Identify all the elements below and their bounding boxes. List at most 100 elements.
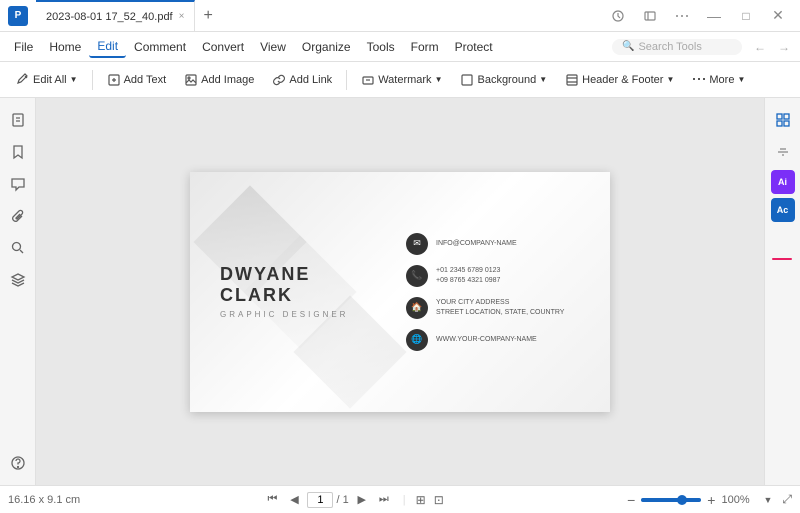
chevron-down-icon: ▼ (70, 75, 78, 84)
add-image-button[interactable]: Add Image (176, 69, 262, 91)
overflow-menu-icon[interactable] (668, 5, 696, 27)
menu-form[interactable]: Form (403, 37, 447, 57)
new-tab-button[interactable]: + (195, 7, 220, 25)
active-tab[interactable]: 2023-08-01 17_52_40.pdf × (36, 0, 195, 31)
toolbar-divider-1 (92, 70, 93, 90)
search-tools-area[interactable]: 🔍 Search Tools (612, 39, 742, 55)
card-website-text: WWW.YOUR-COMPANY-NAME (436, 335, 537, 345)
back-nav-icon[interactable]: ← (750, 37, 770, 57)
address-icon-circle: 🏠 (406, 297, 428, 319)
card-phone-row: 📞 +01 2345 6789 0123 +09 8765 4321 0987 (406, 265, 594, 287)
statusbar-left: 16.16 x 9.1 cm (8, 494, 80, 506)
menu-view[interactable]: View (252, 37, 294, 57)
header-footer-icon (565, 73, 579, 87)
sidebar-attachment-icon[interactable] (4, 202, 32, 230)
search-placeholder: Search Tools (638, 41, 701, 53)
first-page-button[interactable]: ⏮ (263, 491, 281, 509)
watermark-button[interactable]: Watermark ▼ (353, 69, 450, 91)
red-indicator-line (772, 258, 792, 260)
menu-edit[interactable]: Edit (89, 36, 126, 58)
search-icon: 🔍 (622, 41, 634, 52)
page-number-input[interactable] (307, 492, 333, 508)
sidebar-comment-icon[interactable] (4, 170, 32, 198)
last-page-button[interactable]: ⏭ (375, 491, 393, 509)
zoom-thumb[interactable] (677, 495, 687, 505)
background-icon (460, 73, 474, 87)
menu-organize[interactable]: Organize (294, 37, 359, 57)
ai-assistant-2-badge[interactable]: Ac (771, 198, 795, 222)
chevron-down-icon-5: ▼ (737, 75, 745, 84)
page-dimensions: 16.16 x 9.1 cm (8, 494, 80, 506)
card-person-name: DWYANE CLARK (220, 264, 390, 306)
image-icon (184, 73, 198, 87)
card-job-title: GRAPHIC DESIGNER (220, 310, 390, 319)
card-phone-text: +01 2345 6789 0123 +09 8765 4321 0987 (436, 266, 500, 286)
menubar: File Home Edit Comment Convert View Orga… (0, 32, 800, 62)
pdf-page: DWYANE CLARK GRAPHIC DESIGNER ✉ INFO@COM… (190, 172, 610, 412)
text-icon (107, 73, 121, 87)
main-layout: DWYANE CLARK GRAPHIC DESIGNER ✉ INFO@COM… (0, 98, 800, 485)
card-website-row: 🌐 WWW.YOUR-COMPANY-NAME (406, 329, 594, 351)
close-button[interactable]: ✕ (764, 5, 792, 27)
sidebar-pages-icon[interactable] (4, 106, 32, 134)
more-icon (692, 73, 706, 87)
zoom-in-button[interactable]: + (707, 492, 715, 508)
zoom-out-button[interactable]: − (627, 492, 635, 508)
menu-protect[interactable]: Protect (447, 37, 501, 57)
menu-convert[interactable]: Convert (194, 37, 252, 57)
minimize-button[interactable]: — (700, 5, 728, 27)
content-area: DWYANE CLARK GRAPHIC DESIGNER ✉ INFO@COM… (36, 98, 764, 485)
edit-all-button[interactable]: Edit All ▼ (8, 69, 86, 91)
right-sidebar: Ai Ac (764, 98, 800, 485)
panel-adjust-icon[interactable] (769, 138, 797, 166)
sidebar-layers-icon[interactable] (4, 266, 32, 294)
sidebar-help-icon[interactable] (4, 449, 32, 477)
left-sidebar (0, 98, 36, 485)
window-controls: — □ ✕ (604, 5, 792, 27)
panel-grid-icon[interactable] (769, 106, 797, 134)
menu-home[interactable]: Home (41, 37, 89, 57)
chevron-down-zoom[interactable]: ▼ (763, 495, 772, 505)
tab-close-button[interactable]: × (179, 11, 185, 22)
chevron-down-icon-4: ▼ (666, 75, 674, 84)
zoom-slider[interactable] (641, 498, 701, 502)
fit-width-button[interactable]: ⊡ (434, 493, 444, 507)
website-icon-circle: 🌐 (406, 329, 428, 351)
statusbar-right: − + 100% ▼ ⤢ (627, 492, 792, 508)
toolbar: Edit All ▼ Add Text Add Image Add Link W… (0, 62, 800, 98)
tab-filename: 2023-08-01 17_52_40.pdf (46, 11, 173, 23)
next-page-button[interactable]: ▶ (353, 491, 371, 509)
menu-file[interactable]: File (6, 37, 41, 57)
card-email-row: ✉ INFO@COMPANY-NAME (406, 233, 594, 255)
add-link-button[interactable]: Add Link (264, 69, 340, 91)
statusbar: 16.16 x 9.1 cm ⏮ ◀ / 1 ▶ ⏭ | ⊞ ⊡ − + 100… (0, 485, 800, 513)
ai-assistant-1-badge[interactable]: Ai (771, 170, 795, 194)
share-icon[interactable] (604, 5, 632, 27)
chevron-down-icon-3: ▼ (539, 75, 547, 84)
zoom-level: 100% (721, 494, 757, 506)
menu-tools[interactable]: Tools (359, 37, 403, 57)
email-icon-circle: ✉ (406, 233, 428, 255)
prev-page-button[interactable]: ◀ (285, 491, 303, 509)
phone-icon-circle: 📞 (406, 265, 428, 287)
sidebar-toggle-icon[interactable] (636, 5, 664, 27)
sidebar-bookmark-icon[interactable] (4, 138, 32, 166)
tab-bar: 2023-08-01 17_52_40.pdf × + (36, 0, 604, 31)
forward-nav-icon[interactable]: → (774, 37, 794, 57)
header-footer-button[interactable]: Header & Footer ▼ (557, 69, 682, 91)
background-button[interactable]: Background ▼ (452, 69, 555, 91)
link-icon (272, 73, 286, 87)
statusbar-center: ⏮ ◀ / 1 ▶ ⏭ | ⊞ ⊡ (86, 491, 621, 509)
add-text-button[interactable]: Add Text (99, 69, 175, 91)
sidebar-search-icon[interactable] (4, 234, 32, 262)
app-logo: P (8, 6, 28, 26)
edit-icon (16, 73, 30, 87)
fit-page-button[interactable]: ⊞ (416, 493, 426, 507)
more-button[interactable]: More ▼ (684, 69, 753, 91)
chevron-down-icon-2: ▼ (435, 75, 443, 84)
menu-comment[interactable]: Comment (126, 37, 194, 57)
card-address-row: 🏠 YOUR CITY ADDRESS STREET LOCATION, STA… (406, 297, 594, 319)
maximize-button[interactable]: □ (732, 5, 760, 27)
current-page-label: / 1 (307, 492, 348, 508)
fullscreen-button[interactable]: ⤢ (782, 492, 792, 507)
